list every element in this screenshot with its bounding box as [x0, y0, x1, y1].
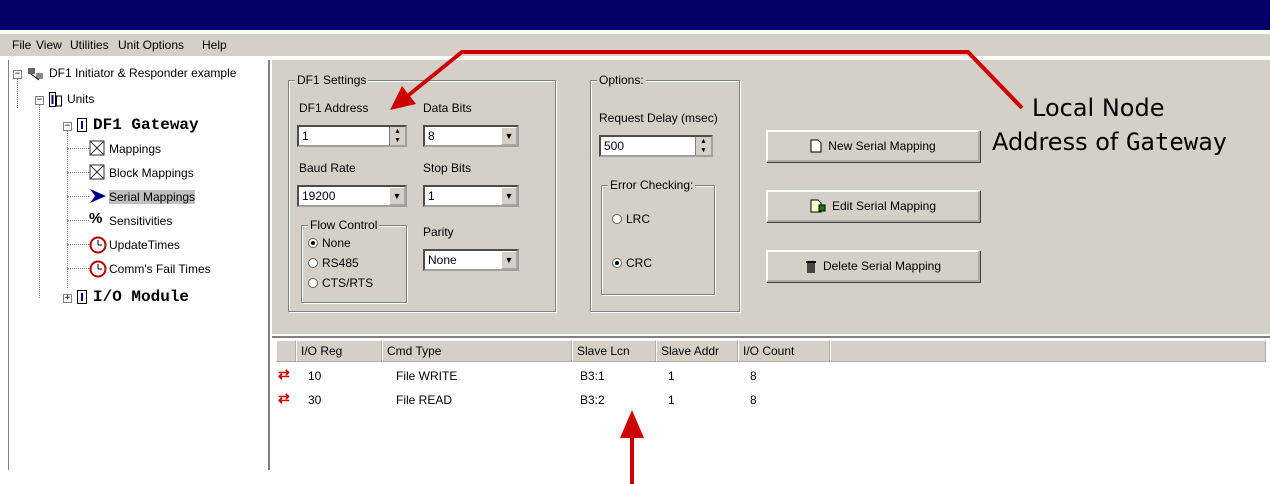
annotation-arrows — [390, 50, 1024, 484]
address-arrowhead — [390, 86, 416, 110]
slave-location-arrowhead — [620, 410, 644, 438]
address-pointer-arrow — [398, 50, 1024, 110]
